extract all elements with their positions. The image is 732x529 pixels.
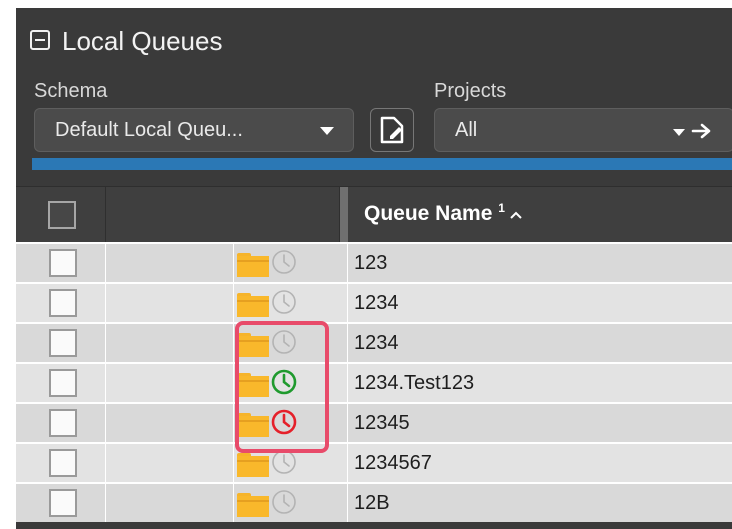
panel-title: Local Queues <box>62 26 223 56</box>
table-row[interactable]: 1234 <box>16 282 732 322</box>
clock-icon[interactable] <box>270 328 298 356</box>
clock-icon[interactable] <box>270 248 298 276</box>
queue-name-cell: 12345 <box>348 404 732 442</box>
queue-name-cell: 12B <box>348 484 732 522</box>
queue-name: 12B <box>354 492 390 514</box>
queue-name-header-label: Queue Name 1 <box>364 201 523 226</box>
queue-name-cell: 1234 <box>348 284 732 322</box>
schema-dropdown-value: Default Local Queu... <box>55 119 243 141</box>
dropdown-caret-icon <box>673 129 685 136</box>
table-row[interactable]: 12B <box>16 482 732 522</box>
folder-cell <box>106 244 269 282</box>
table-body: 123 1234 1234 1234.Test123 12345 1234567 12B <box>16 242 732 522</box>
queue-name: 1234567 <box>354 452 432 474</box>
folder-cell <box>106 324 269 362</box>
checkbox-cell <box>16 284 106 322</box>
row-checkbox[interactable] <box>49 489 77 517</box>
edit-schema-button[interactable] <box>370 108 414 152</box>
loading-bar <box>32 158 732 170</box>
queue-name-cell: 1234 <box>348 324 732 362</box>
queue-name-cell: 123 <box>348 244 732 282</box>
clock-icon[interactable] <box>270 288 298 316</box>
status-cell <box>234 404 348 442</box>
collapse-icon[interactable] <box>30 30 50 50</box>
sort-ascending-icon <box>510 211 522 219</box>
clock-icon[interactable] <box>270 408 298 436</box>
row-checkbox[interactable] <box>49 289 77 317</box>
projects-dropdown[interactable]: All <box>434 108 732 152</box>
row-checkbox[interactable] <box>49 449 77 477</box>
folder-cell <box>106 364 269 402</box>
queue-name: 123 <box>354 252 388 274</box>
checkbox-cell <box>16 404 106 442</box>
table-row[interactable]: 1234.Test123 <box>16 362 732 402</box>
select-all-checkbox[interactable] <box>48 201 76 229</box>
checkbox-cell <box>16 324 106 362</box>
row-checkbox[interactable] <box>49 409 77 437</box>
status-cell <box>234 324 348 362</box>
arrow-right-icon[interactable] <box>691 121 713 141</box>
checkbox-cell <box>16 244 106 282</box>
status-cell <box>234 244 348 282</box>
column-resize-handle[interactable] <box>340 187 348 243</box>
status-cell <box>234 444 348 482</box>
table-row[interactable]: 12345 <box>16 402 732 442</box>
queue-name: 12345 <box>354 412 410 434</box>
sort-index: 1 <box>498 201 505 215</box>
table-row[interactable]: 123 <box>16 242 732 282</box>
row-checkbox[interactable] <box>49 369 77 397</box>
local-queues-panel: Local Queues Schema Projects Default Loc… <box>16 8 732 529</box>
icons-header <box>106 187 340 243</box>
app-frame: Local Queues Schema Projects Default Loc… <box>0 0 732 529</box>
schema-label: Schema <box>34 80 108 102</box>
queue-name: 1234 <box>354 332 399 354</box>
projects-label: Projects <box>434 80 507 102</box>
queue-name-cell: 1234567 <box>348 444 732 482</box>
checkbox-cell <box>16 364 106 402</box>
checkbox-cell <box>16 444 106 482</box>
status-cell <box>234 364 348 402</box>
row-checkbox[interactable] <box>49 249 77 277</box>
status-cell <box>234 284 348 322</box>
queue-name-cell: 1234.Test123 <box>348 364 732 402</box>
table-row[interactable]: 1234 <box>16 322 732 362</box>
status-cell <box>234 484 348 522</box>
clock-icon[interactable] <box>270 488 298 516</box>
table-header: Queue Name 1 <box>16 186 732 243</box>
queue-name: 1234.Test123 <box>354 372 475 394</box>
projects-dropdown-value: All <box>455 119 478 141</box>
folder-cell <box>106 284 269 322</box>
row-checkbox[interactable] <box>49 329 77 357</box>
table-row[interactable]: 1234567 <box>16 442 732 482</box>
queue-name: 1234 <box>354 292 399 314</box>
checkbox-cell <box>16 484 106 522</box>
queue-name-header[interactable]: Queue Name 1 <box>348 187 732 243</box>
folder-cell <box>106 444 269 482</box>
folder-cell <box>106 484 269 522</box>
edit-schema-icon <box>380 116 404 144</box>
folder-cell <box>106 404 269 442</box>
clock-icon[interactable] <box>270 368 298 396</box>
dropdown-caret-icon <box>320 127 334 135</box>
select-all-header <box>16 187 106 243</box>
schema-dropdown[interactable]: Default Local Queu... <box>34 108 354 152</box>
clock-icon[interactable] <box>270 448 298 476</box>
panel-header: Local Queues <box>16 8 732 76</box>
